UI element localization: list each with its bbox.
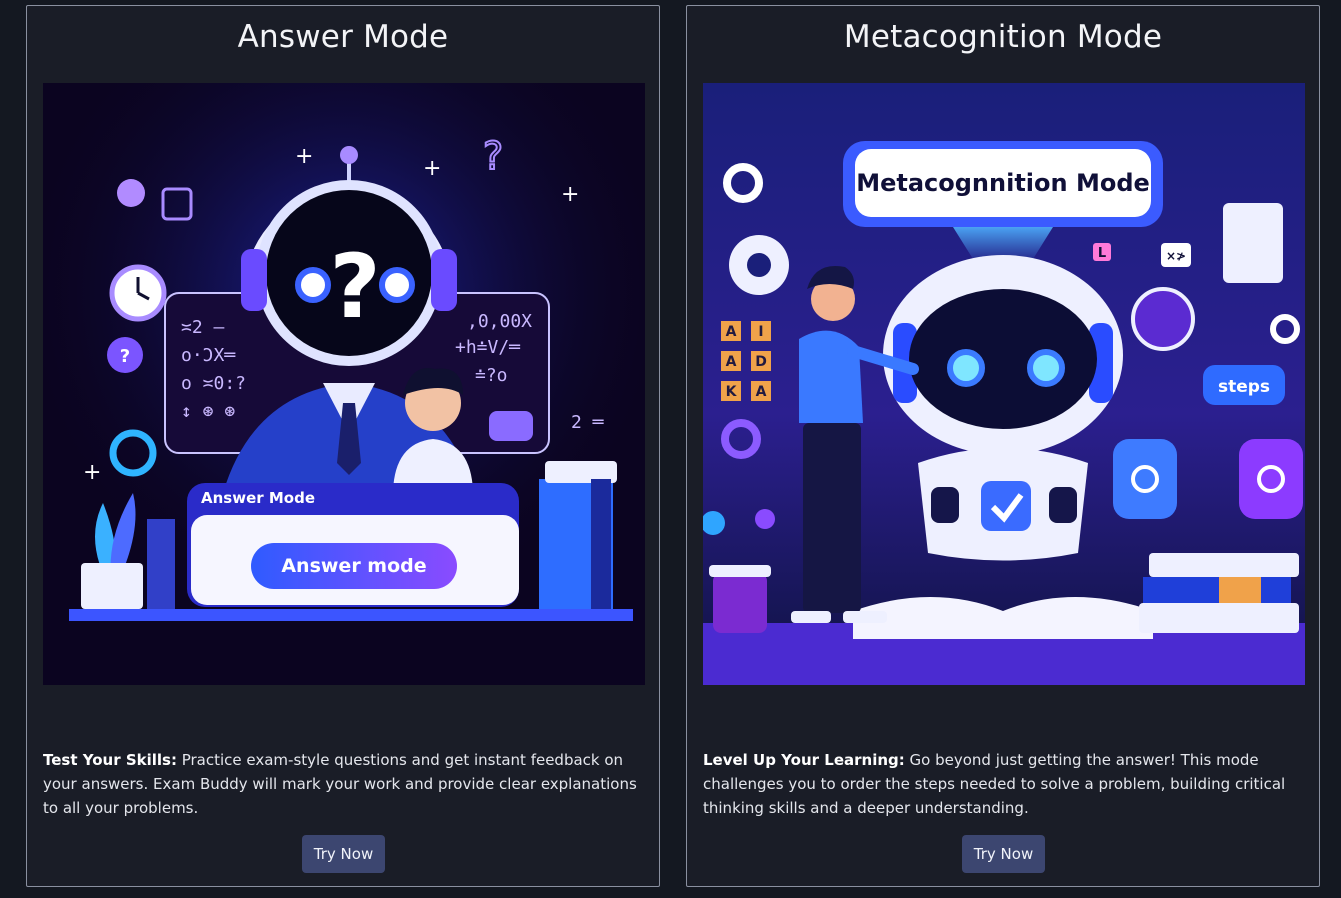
svg-text:?: ? [483, 134, 503, 178]
answer-mode-illustration: ≍2 ‒ o·ƆX═ o ≍0:? ↕ ⊛ ⊛ ,0,00X +h≐V/═ ≐?… [43, 83, 645, 685]
card-description: Level Up Your Learning: Go beyond just g… [703, 751, 1286, 817]
svg-text:K: K [726, 384, 738, 400]
svg-text:L: L [1098, 246, 1106, 261]
try-now-button[interactable]: Try Now [962, 835, 1045, 873]
clipboard-icon [1223, 203, 1283, 283]
checkbox-icon [981, 481, 1031, 531]
metacognition-mode-illustration: Metacognnition Mode A I A D K A steps ×≯… [703, 83, 1305, 685]
svg-text:?: ? [120, 346, 130, 367]
svg-text:+: + [561, 182, 579, 207]
board-text-left-3: o ≍0:? [181, 373, 246, 394]
metacognition-mode-card: Metacognition Mode Metacognnition Mode A… [686, 5, 1320, 887]
svg-text:×≯: ×≯ [1166, 249, 1186, 263]
svg-text:Metacognnition Mode: Metacognnition Mode [856, 169, 1150, 197]
svg-text:A: A [756, 384, 767, 400]
svg-text:+: + [83, 460, 101, 485]
svg-text:D: D [755, 354, 767, 370]
board-text-right-2: +h≐V/═ [455, 337, 521, 358]
svg-text:A: A [726, 324, 737, 340]
panel-title: Answer Mode [201, 489, 315, 507]
board-text-left-1: ≍2 ‒ [181, 317, 225, 338]
svg-text:A: A [726, 354, 737, 370]
svg-text:+: + [423, 156, 441, 181]
speech-bubble-icon [489, 411, 533, 441]
answer-mode-card: Answer Mode ≍2 ‒ o·ƆX═ o ≍0:? ↕ ⊛ ⊛ ,0,0… [26, 5, 660, 887]
svg-text:steps: steps [1218, 377, 1270, 397]
svg-text:+: + [295, 144, 313, 169]
svg-text:Answer mode: Answer mode [281, 555, 426, 577]
try-now-button[interactable]: Try Now [302, 835, 385, 873]
board-text-right-1: ,0,00X [467, 311, 532, 332]
board-text-right-3: ≐?o [475, 365, 508, 386]
user-card-icon [1113, 439, 1177, 519]
side-text-right: 2 ═ [571, 412, 605, 433]
user-card-icon [1239, 439, 1303, 519]
question-mark-icon: ? [329, 235, 380, 338]
lightbulb-icon [117, 179, 145, 207]
card-title: Answer Mode [237, 19, 449, 55]
board-text-left-4: ↕ ⊛ ⊛ [181, 401, 235, 422]
card-title: Metacognition Mode [843, 19, 1163, 55]
card-description: Test Your Skills: Practice exam-style qu… [43, 751, 637, 817]
svg-text:I: I [758, 324, 763, 340]
board-text-left-2: o·ƆX═ [181, 345, 236, 366]
